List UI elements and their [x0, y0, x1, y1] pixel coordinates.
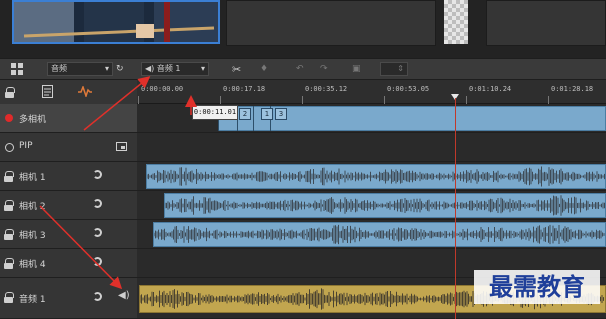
lock-icon[interactable] — [4, 171, 14, 182]
scissors-icon[interactable]: ✂ — [232, 62, 241, 77]
timecode-label: 0:01:28.18 — [551, 85, 594, 93]
timeline-header: 0:00:00.00 0:00:17.18 0:00:35.12 0:00:53… — [0, 80, 606, 104]
track-content-camera-1[interactable] — [137, 162, 606, 191]
timecode-label: 0:00:53.05 — [387, 85, 430, 93]
waveform-icon[interactable] — [78, 86, 92, 97]
secondary-preview-panel — [486, 0, 606, 46]
ruler-tick — [302, 96, 303, 104]
track-name: 相机 2 — [19, 202, 46, 212]
sync-icon[interactable] — [93, 257, 102, 266]
camera-1-clip[interactable] — [146, 164, 606, 189]
track-name: 相机 3 — [19, 231, 46, 241]
track-type-label: 音频 — [51, 64, 67, 73]
camera-3-clip[interactable] — [153, 222, 606, 247]
speaker-icon[interactable]: ◀) — [118, 290, 130, 301]
audio-source-label: 音频 1 — [156, 64, 181, 73]
track-header-multicam[interactable]: 多相机 — [0, 104, 137, 133]
timeline-toolbar: 音频 ▾ ↻ ◀) 音频 1 ▾ ✂ ♦ ↶ ↷ ▣ ⇕ — [0, 58, 606, 80]
timecode-label: 0:00:35.12 — [305, 85, 348, 93]
camera-switch-marker[interactable]: 2 — [239, 108, 251, 120]
preview-image — [14, 2, 218, 42]
ruler-tick — [384, 96, 385, 104]
camera-preview-thumbnail[interactable] — [12, 0, 220, 44]
stepper-arrows-icon: ⇕ — [397, 64, 404, 73]
undo-icon[interactable]: ↶ — [296, 62, 304, 77]
switch-divider — [253, 106, 254, 131]
ruler-tick — [220, 96, 221, 104]
lock-icon[interactable] — [4, 229, 14, 240]
camera-switch-marker[interactable]: 1 — [261, 108, 273, 120]
transparent-thumbnail[interactable] — [444, 0, 468, 44]
track-type-select[interactable]: 音频 ▾ — [47, 62, 113, 76]
time-ruler[interactable]: 0:00:00.00 0:00:17.18 0:00:35.12 0:00:53… — [137, 80, 606, 104]
record-dot-icon[interactable] — [5, 114, 13, 122]
track-content-multicam[interactable]: 2 1 3 0:00:11.01 — [137, 104, 606, 133]
track-content-pip[interactable] — [137, 133, 606, 162]
ruler-tick — [138, 96, 139, 104]
timecode-label: 0:00:17.18 — [223, 85, 266, 93]
timecode-label: 0:01:10.24 — [469, 85, 512, 93]
sync-icon[interactable] — [93, 199, 102, 208]
track-content-camera-3[interactable] — [137, 220, 606, 249]
watermark: 最需教育 — [474, 270, 600, 304]
grid-view-icon[interactable] — [11, 63, 23, 75]
camera-switch-marker[interactable]: 3 — [275, 108, 287, 120]
lock-icon[interactable] — [4, 258, 14, 269]
track-name: 相机 1 — [19, 173, 46, 183]
preview-area — [0, 0, 606, 58]
marker-icon[interactable]: ♦ — [260, 62, 268, 77]
lock-icon[interactable] — [4, 200, 14, 211]
camera-3-waveform — [154, 224, 605, 245]
playhead-line[interactable] — [455, 98, 456, 319]
lock-all-icon[interactable] — [5, 87, 15, 98]
ruler-tick — [548, 96, 549, 104]
sync-icon[interactable] — [93, 228, 102, 237]
refresh-icon[interactable]: ↻ — [116, 62, 124, 77]
track-header-pip[interactable]: PIP — [0, 133, 137, 162]
track-header-camera-1[interactable]: 相机 1 — [0, 162, 137, 191]
camera-2-waveform — [165, 195, 605, 216]
insert-icon[interactable]: ▣ — [352, 62, 361, 77]
audio-source-select[interactable]: ◀) 音频 1 ▾ — [141, 62, 209, 76]
timecode-label: 0:00:00.00 — [141, 85, 184, 93]
track-header-audio-1[interactable]: 音频 1 ◀) — [0, 278, 137, 319]
track-name: 相机 4 — [19, 260, 46, 270]
speaker-icon: ◀) — [145, 64, 155, 73]
chevron-down-icon: ▾ — [200, 64, 205, 73]
track-name: 多相机 — [19, 115, 47, 125]
redo-icon[interactable]: ↷ — [320, 62, 328, 77]
track-header-camera-2[interactable]: 相机 2 — [0, 191, 137, 220]
ruler-tick — [466, 96, 467, 104]
camera-2-clip[interactable] — [164, 193, 606, 218]
radio-circle-icon[interactable] — [5, 143, 14, 152]
lock-icon[interactable] — [4, 292, 14, 303]
track-header-camera-4[interactable]: 相机 4 — [0, 249, 137, 278]
sync-icon[interactable] — [93, 170, 102, 179]
time-tooltip: 0:00:11.01 — [192, 105, 238, 120]
camera-1-waveform — [147, 166, 605, 187]
preview-panel — [226, 0, 436, 46]
track-header-toolbar — [0, 80, 137, 104]
value-stepper[interactable]: ⇕ — [380, 62, 408, 76]
track-name: PIP — [19, 141, 33, 151]
track-content-camera-2[interactable] — [137, 191, 606, 220]
pip-icon[interactable] — [116, 142, 127, 151]
track-header-camera-3[interactable]: 相机 3 — [0, 220, 137, 249]
sync-icon[interactable] — [93, 292, 102, 301]
document-icon[interactable] — [42, 85, 53, 98]
chevron-down-icon: ▾ — [104, 64, 109, 73]
track-name: 音频 1 — [19, 295, 46, 305]
